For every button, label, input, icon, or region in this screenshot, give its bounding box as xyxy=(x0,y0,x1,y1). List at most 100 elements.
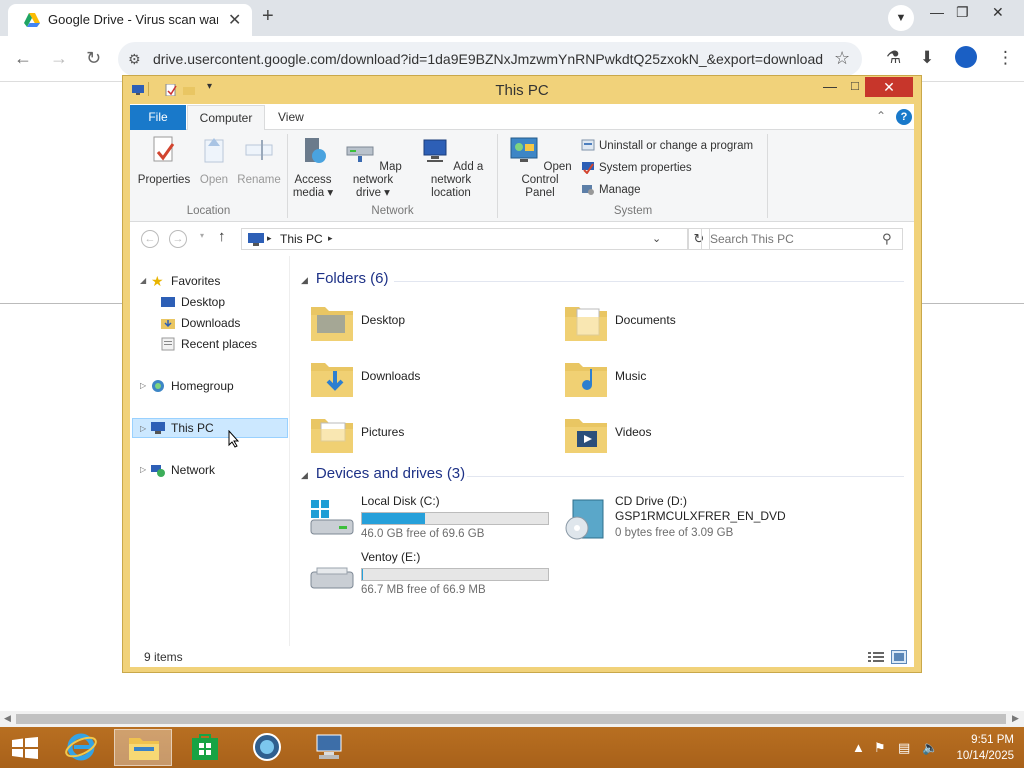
menu-kebab-icon[interactable]: ⋮ xyxy=(997,48,1014,68)
nav-recent-places[interactable]: Recent places xyxy=(130,334,288,354)
browser-close-icon[interactable]: ✕ xyxy=(992,4,1004,21)
taskbar-app-pc[interactable] xyxy=(300,729,358,766)
section-collapse-icon[interactable]: ◢ xyxy=(301,470,308,480)
explorer-back-icon[interactable]: ← xyxy=(141,230,159,248)
window-maximize-icon[interactable]: □ xyxy=(851,78,859,93)
open-button[interactable]: Open xyxy=(196,134,232,187)
new-tab-button[interactable]: + xyxy=(262,5,274,28)
folder-pictures[interactable]: Pictures xyxy=(309,409,559,459)
windows-start-icon[interactable] xyxy=(12,737,38,759)
explorer-titlebar[interactable]: ▾ This PC — □ ✕ xyxy=(123,76,921,104)
add-network-location-button[interactable]: Add a network location xyxy=(411,134,491,200)
details-view-icon[interactable] xyxy=(868,651,884,663)
devices-section-header[interactable]: ◢ Devices and drives (3) xyxy=(301,465,465,482)
collapsed-arrow-icon[interactable]: ▷ xyxy=(140,376,146,396)
nav-network[interactable]: ▷ Network xyxy=(130,460,288,480)
window-minimize-icon[interactable]: — xyxy=(823,78,837,94)
profile-avatar-icon[interactable] xyxy=(955,46,977,68)
address-dropdown-icon[interactable]: ⌄ xyxy=(652,232,661,245)
forward-arrow-icon[interactable]: → xyxy=(50,48,68,69)
ribbon-tab-view[interactable]: View xyxy=(278,105,304,130)
drive-c[interactable]: Local Disk (C:) 46.0 GB free of 69.6 GB xyxy=(309,494,559,544)
breadcrumb-chevron-icon[interactable]: ▸ xyxy=(267,233,272,244)
store-icon xyxy=(192,734,218,760)
nav-favorites[interactable]: ◢ ★ Favorites xyxy=(130,271,288,291)
explorer-forward-icon[interactable]: → xyxy=(169,230,187,248)
taskbar-file-explorer[interactable] xyxy=(114,729,172,766)
documents-folder-icon xyxy=(565,307,607,341)
download-icon[interactable]: ⬇ xyxy=(920,48,934,68)
tray-chevron-icon[interactable]: ▲ xyxy=(852,740,865,755)
section-collapse-icon[interactable]: ◢ xyxy=(301,275,308,285)
omnibox[interactable]: ⚙ drive.usercontent.google.com/download?… xyxy=(118,42,862,76)
scrollbar-thumb[interactable] xyxy=(16,714,1006,724)
large-icons-view-icon[interactable] xyxy=(891,650,907,664)
back-arrow-icon[interactable]: ← xyxy=(14,48,32,69)
scroll-left-icon[interactable]: ◀ xyxy=(4,713,11,724)
folders-section-header[interactable]: ◢ Folders (6) xyxy=(301,270,388,287)
search-box[interactable]: Search This PC ⚲ xyxy=(701,228,903,250)
search-icon[interactable]: ⚲ xyxy=(882,231,892,247)
address-bar[interactable]: ▸ This PC ▸ ⌄ xyxy=(241,228,688,250)
folder-desktop[interactable]: Desktop xyxy=(309,297,559,347)
folder-label: Music xyxy=(615,369,647,383)
action-center-flag-icon[interactable]: ⚑ xyxy=(874,740,886,756)
folder-label: Desktop xyxy=(361,313,406,327)
content-pane: ◢ Folders (6) Desktop Documents Downloads… xyxy=(291,256,914,646)
tab-close-icon[interactable]: ✕ xyxy=(228,10,241,30)
ribbon-tab-file[interactable]: File xyxy=(130,105,186,130)
nav-desktop[interactable]: Desktop xyxy=(130,292,288,312)
address-text[interactable]: This PC xyxy=(280,232,323,246)
labs-flask-icon[interactable]: ⚗ xyxy=(886,48,901,68)
file-explorer-icon xyxy=(129,738,159,760)
ribbon-tab-computer[interactable]: Computer xyxy=(187,105,265,131)
access-media-button[interactable]: Access media ▾ xyxy=(292,134,334,200)
map-network-drive-button[interactable]: Map network drive ▾ xyxy=(337,134,409,200)
folder-videos[interactable]: Videos xyxy=(563,409,813,459)
drive-e[interactable]: Ventoy (E:) 66.7 MB free of 66.9 MB xyxy=(309,550,559,600)
nav-downloads[interactable]: Downloads xyxy=(130,313,288,333)
expanded-arrow-icon[interactable]: ◢ xyxy=(140,271,146,291)
recent-locations-icon[interactable]: ▾ xyxy=(200,231,204,240)
system-properties-button[interactable]: System properties xyxy=(581,160,692,174)
nav-homegroup[interactable]: ▷ Homegroup xyxy=(130,376,288,396)
browser-tab[interactable]: Google Drive - Virus scan warni ✕ xyxy=(8,4,252,36)
up-arrow-icon[interactable]: ↑ xyxy=(218,228,226,245)
site-info-icon[interactable]: ⚙ xyxy=(128,51,141,68)
tab-search-chevron-icon[interactable]: ▼ xyxy=(888,5,914,31)
window-close-button[interactable]: ✕ xyxy=(865,77,913,97)
folder-documents[interactable]: Documents xyxy=(563,297,813,347)
network-tray-icon[interactable]: ▤ xyxy=(898,740,910,756)
url-text[interactable]: drive.usercontent.google.com/download?id… xyxy=(153,51,823,67)
system-clock[interactable]: 9:51 PM 10/14/2025 xyxy=(944,732,1014,764)
browser-minimize-icon[interactable]: — xyxy=(930,4,944,20)
scroll-right-icon[interactable]: ▶ xyxy=(1012,713,1019,724)
reload-icon[interactable]: ↻ xyxy=(86,48,101,69)
taskbar-app-globe[interactable] xyxy=(238,729,296,766)
nav-this-pc[interactable]: ▷ This PC xyxy=(132,418,288,438)
tab-title: Google Drive - Virus scan warni xyxy=(48,12,218,27)
ribbon-collapse-icon[interactable]: ⌃ xyxy=(876,109,886,123)
taskbar-internet-explorer[interactable] xyxy=(52,729,110,766)
folder-music[interactable]: Music xyxy=(563,353,813,403)
bookmark-star-icon[interactable]: ☆ xyxy=(834,48,850,69)
folder-downloads[interactable]: Downloads xyxy=(309,353,559,403)
nav-downloads-label: Downloads xyxy=(181,316,241,330)
horizontal-scrollbar[interactable]: ◀ ▶ xyxy=(0,711,1024,727)
network-group-label: Network xyxy=(371,205,414,217)
drive-d[interactable]: CD Drive (D:) GSP1RMCULXFRER_EN_DVD 0 byt… xyxy=(563,494,813,544)
section-divider xyxy=(394,281,904,282)
taskbar-store[interactable] xyxy=(176,729,234,766)
browser-restore-icon[interactable]: ❐ xyxy=(956,4,969,21)
manage-button[interactable]: Manage xyxy=(581,182,641,196)
collapsed-arrow-icon[interactable]: ▷ xyxy=(140,419,146,439)
properties-button[interactable]: Properties xyxy=(136,134,192,187)
collapsed-arrow-icon[interactable]: ▷ xyxy=(140,460,146,480)
rename-button[interactable]: Rename xyxy=(234,134,284,187)
help-icon[interactable]: ? xyxy=(896,109,912,125)
uninstall-program-button[interactable]: Uninstall or change a program xyxy=(581,138,753,152)
breadcrumb-chevron-icon[interactable]: ▸ xyxy=(328,233,333,244)
open-control-panel-button[interactable]: Open Control Panel xyxy=(502,134,578,200)
volume-muted-icon[interactable]: 🔈 xyxy=(922,740,938,756)
drive-free-space: 66.7 MB free of 66.9 MB xyxy=(361,584,486,596)
